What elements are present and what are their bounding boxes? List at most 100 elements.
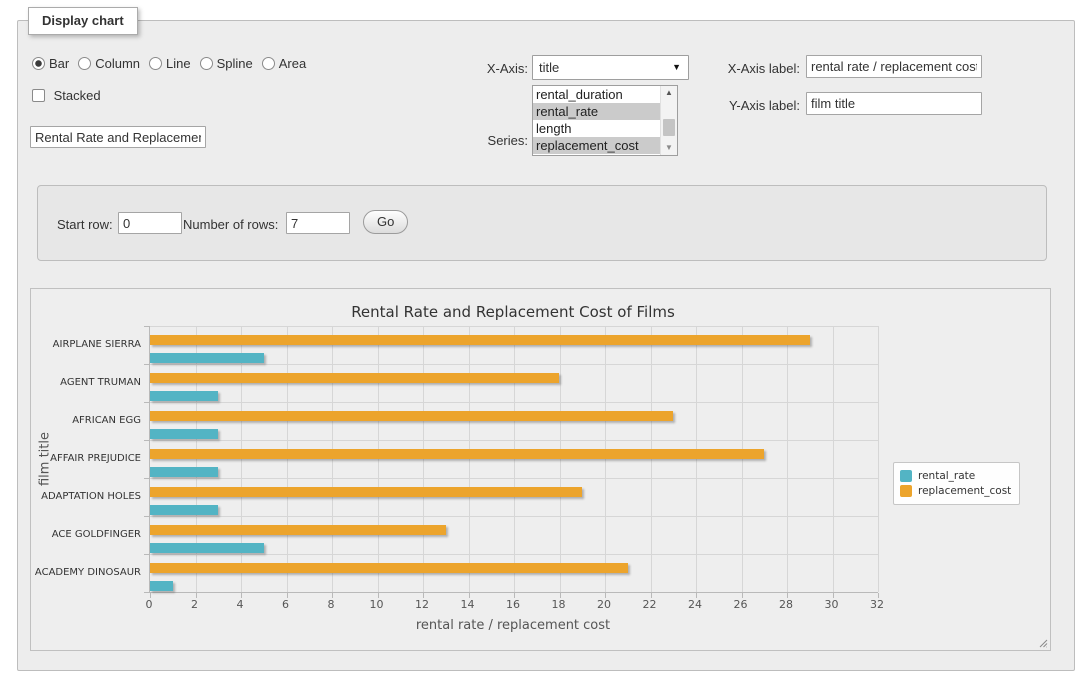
stacked-option[interactable]: Stacked xyxy=(32,88,101,103)
scroll-up-icon[interactable]: ▲ xyxy=(661,86,677,100)
x-axis-select[interactable]: title ▼ xyxy=(532,55,689,80)
chart-type-option-bar[interactable]: Bar xyxy=(32,56,69,71)
chart-legend: rental_rate replacement_cost xyxy=(893,462,1020,505)
bar-rental_rate xyxy=(150,505,218,515)
chart-container: Rental Rate and Replacement Cost of Film… xyxy=(30,288,1051,651)
x-axis-tick-label: 32 xyxy=(857,598,897,611)
y-axis-tick xyxy=(144,326,149,327)
x-axis-tick-label: 10 xyxy=(357,598,397,611)
y-axis-tick xyxy=(144,478,149,479)
series-option-rental_rate[interactable]: rental_rate xyxy=(533,103,660,120)
y-axis-tick xyxy=(144,402,149,403)
y-axis-category-label: AFFAIR PREJUDICE xyxy=(33,453,141,464)
bar-replacement_cost xyxy=(150,487,582,497)
legend-item-rental_rate[interactable]: rental_rate xyxy=(900,470,1011,482)
gridline-vertical xyxy=(332,326,333,592)
x-axis-tick-label: 20 xyxy=(584,598,624,611)
legend-swatch xyxy=(900,485,912,497)
bar-replacement_cost xyxy=(150,411,673,421)
x-axis-tick-label: 22 xyxy=(630,598,670,611)
chart-type-option-area[interactable]: Area xyxy=(262,56,306,71)
y-axis-label-field-label: Y-Axis label: xyxy=(706,98,800,113)
y-axis-label-input[interactable] xyxy=(806,92,982,115)
scrollbar-thumb[interactable] xyxy=(663,119,675,136)
x-axis-tick-label: 30 xyxy=(812,598,852,611)
gridline-vertical xyxy=(833,326,834,592)
gridline-vertical xyxy=(469,326,470,592)
legend-item-replacement_cost[interactable]: replacement_cost xyxy=(900,485,1011,497)
series-scrollbar[interactable]: ▲ ▼ xyxy=(660,86,677,155)
x-axis-label-field-label: X-Axis label: xyxy=(706,61,800,76)
gridline-vertical xyxy=(514,326,515,592)
stacked-label: Stacked xyxy=(54,88,101,103)
x-axis-tick-label: 12 xyxy=(402,598,442,611)
x-axis-label-input[interactable] xyxy=(806,55,982,78)
x-axis-tick-label: 0 xyxy=(129,598,169,611)
chart-type-option-label: Area xyxy=(279,56,306,71)
x-axis-tick-label: 2 xyxy=(175,598,215,611)
gridline-vertical xyxy=(287,326,288,592)
x-axis-tick-label: 24 xyxy=(675,598,715,611)
gridline-vertical xyxy=(560,326,561,592)
go-button[interactable]: Go xyxy=(363,210,408,234)
gridline-vertical xyxy=(742,326,743,592)
chart-type-option-label: Column xyxy=(95,56,140,71)
bar-replacement_cost xyxy=(150,335,810,345)
legend-swatch xyxy=(900,470,912,482)
series-option-rental_duration[interactable]: rental_duration xyxy=(533,86,660,103)
gridline-horizontal xyxy=(150,440,878,441)
y-axis-tick xyxy=(144,440,149,441)
row-range-panel: Start row: Number of rows: Go xyxy=(37,185,1047,261)
chart-type-option-label: Bar xyxy=(49,56,69,71)
scroll-down-icon[interactable]: ▼ xyxy=(661,141,677,155)
start-row-input[interactable] xyxy=(118,212,182,234)
x-axis-tick-label: 4 xyxy=(220,598,260,611)
bar-replacement_cost xyxy=(150,525,446,535)
plot-area xyxy=(149,326,878,593)
gridline-vertical xyxy=(605,326,606,592)
chart-type-option-spline[interactable]: Spline xyxy=(200,56,253,71)
series-listbox[interactable]: rental_durationrental_ratelengthreplacem… xyxy=(532,85,678,156)
chart-type-radio-bar[interactable] xyxy=(32,57,45,70)
chart-type-radio-line[interactable] xyxy=(149,57,162,70)
bar-rental_rate xyxy=(150,391,218,401)
gridline-vertical xyxy=(378,326,379,592)
gridline-horizontal xyxy=(150,516,878,517)
stacked-checkbox[interactable] xyxy=(32,89,45,102)
gridline-horizontal xyxy=(150,364,878,365)
bar-replacement_cost xyxy=(150,373,559,383)
x-axis-tick-label: 14 xyxy=(448,598,488,611)
chart-type-radio-column[interactable] xyxy=(78,57,91,70)
chart-type-option-line[interactable]: Line xyxy=(149,56,191,71)
bar-rental_rate xyxy=(150,467,218,477)
x-axis-select-label: X-Axis: xyxy=(438,61,528,76)
legend-label: rental_rate xyxy=(918,470,975,482)
y-axis-category-label: AFRICAN EGG xyxy=(33,415,141,426)
gridline-horizontal xyxy=(150,326,878,327)
y-axis-category-label: ACE GOLDFINGER xyxy=(33,529,141,540)
start-row-label: Start row: xyxy=(57,217,113,232)
y-axis-category-label: ACADEMY DINOSAUR xyxy=(33,567,141,578)
resize-grip-icon[interactable] xyxy=(1037,637,1049,649)
chart-type-radio-area[interactable] xyxy=(262,57,275,70)
chart-title: Rental Rate and Replacement Cost of Film… xyxy=(149,303,877,321)
num-rows-input[interactable] xyxy=(286,212,350,234)
series-listbox-label: Series: xyxy=(438,133,528,148)
series-option-replacement_cost[interactable]: replacement_cost xyxy=(533,137,660,154)
x-axis-tick-label: 6 xyxy=(266,598,306,611)
gridline-vertical xyxy=(423,326,424,592)
chart-title-input[interactable] xyxy=(30,126,206,148)
gridline-horizontal xyxy=(150,402,878,403)
x-axis-tick-label: 8 xyxy=(311,598,351,611)
chart-type-option-column[interactable]: Column xyxy=(78,56,140,71)
chart-type-radio-spline[interactable] xyxy=(200,57,213,70)
gridline-vertical xyxy=(696,326,697,592)
x-axis-selected-value: title xyxy=(539,60,559,75)
y-axis-category-label: AGENT TRUMAN xyxy=(33,377,141,388)
bar-replacement_cost xyxy=(150,563,628,573)
y-axis-tick xyxy=(144,516,149,517)
legend-label: replacement_cost xyxy=(918,485,1011,497)
series-option-length[interactable]: length xyxy=(533,120,660,137)
x-axis-title: rental rate / replacement cost xyxy=(149,618,877,633)
chevron-down-icon: ▼ xyxy=(672,56,681,79)
